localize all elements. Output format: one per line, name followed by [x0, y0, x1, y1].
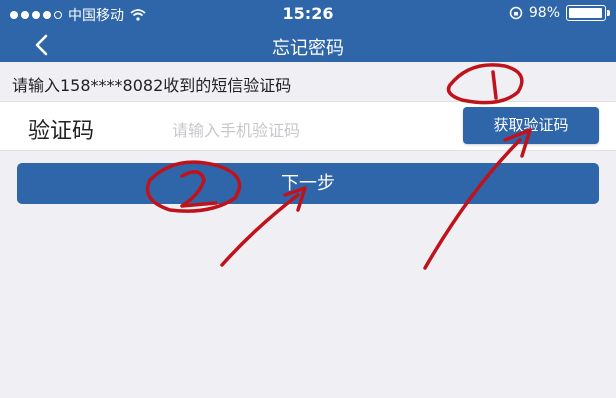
status-right: 98%	[509, 5, 610, 21]
annotation-arrow-2	[220, 193, 300, 267]
page-title: 忘记密码	[272, 38, 344, 59]
battery-percent: 98%	[528, 5, 560, 21]
get-code-button[interactable]: 获取验证码	[463, 107, 599, 144]
sms-hint-text: 请输入158****8082收到的短信验证码	[12, 76, 292, 95]
annotation-arrow-1	[423, 138, 522, 270]
annotation-numeral-1	[491, 70, 498, 100]
verification-code-label: 验证码	[28, 119, 95, 144]
verification-code-input[interactable]: 请输入手机验证码	[172, 117, 422, 141]
battery-icon	[566, 5, 610, 21]
battery-fill	[569, 8, 602, 18]
status-bar: 中国移动 15:26 98%	[0, 0, 616, 28]
next-step-button[interactable]: 下一步	[17, 163, 599, 204]
annotation-circle-1	[446, 63, 524, 105]
rotation-lock-icon	[509, 6, 523, 20]
nav-bar: 忘记密码	[0, 28, 616, 62]
